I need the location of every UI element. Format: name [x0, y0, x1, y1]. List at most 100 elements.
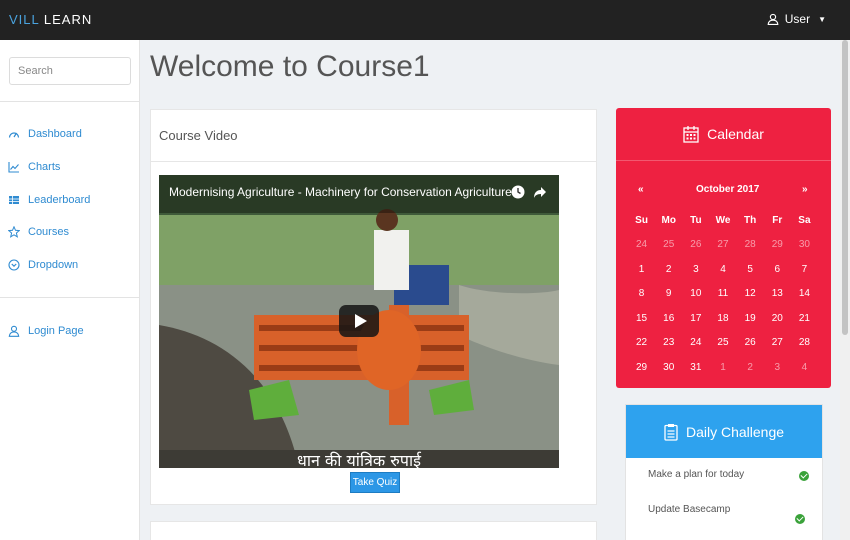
page-title: Welcome to Course1: [150, 50, 430, 83]
calendar-day[interactable]: 29: [628, 362, 655, 373]
calendar-prev-button[interactable]: «: [638, 184, 644, 195]
course-video-panel: Course Video धान की यांत्रिक रुपाई Moder…: [150, 109, 597, 505]
calendar-widget: Calendar « October 2017 » Su Mo Tu We Th…: [616, 108, 831, 388]
weekday-label: We: [715, 214, 731, 226]
calendar-day[interactable]: 6: [764, 264, 791, 275]
challenge-title: Daily Challenge: [685, 423, 785, 440]
calendar-day[interactable]: 2: [737, 362, 764, 373]
challenge-task: Make a plan for today: [648, 469, 745, 480]
calendar-day[interactable]: 21: [791, 313, 818, 324]
panel-heading: Course Video: [151, 110, 596, 162]
calendar-day[interactable]: 11: [709, 288, 736, 299]
weekday-label: Sa: [798, 214, 811, 226]
weekday-label: Su: [635, 214, 648, 226]
chart-icon: [8, 162, 19, 173]
calendar-day[interactable]: 24: [628, 239, 655, 250]
weekday-label: Tu: [690, 214, 702, 226]
calendar-week-row: 29 30 31 1 2 3 4: [628, 355, 818, 380]
calendar-day[interactable]: 14: [791, 288, 818, 299]
sidebar-item-label: Login Page: [28, 325, 84, 337]
calendar-day[interactable]: 18: [709, 313, 736, 324]
challenge-task: Update Basecamp: [648, 504, 731, 515]
calendar-week-row: 1 2 3 4 5 6 7: [628, 257, 818, 282]
sidebar: Dashboard Charts Leaderboard Courses Dro…: [0, 40, 140, 540]
check-icon[interactable]: [795, 514, 805, 524]
weekday-label: Fr: [772, 214, 783, 226]
calendar-day[interactable]: 26: [682, 239, 709, 250]
calendar-day[interactable]: 12: [737, 288, 764, 299]
calendar-next-button[interactable]: »: [802, 184, 808, 195]
calendar-day[interactable]: 3: [682, 264, 709, 275]
calendar-icon: [683, 126, 699, 143]
play-button[interactable]: [339, 305, 379, 337]
calendar-day[interactable]: 28: [737, 239, 764, 250]
calendar-day[interactable]: 30: [655, 362, 682, 373]
calendar-day[interactable]: 13: [764, 288, 791, 299]
calendar-grid: Su Mo Tu We Th Fr Sa 24 25 26 27 28 29 3…: [628, 208, 818, 380]
calendar-day[interactable]: 2: [655, 264, 682, 275]
watch-later-icon[interactable]: [511, 185, 525, 199]
calendar-day[interactable]: 25: [709, 337, 736, 348]
calendar-day[interactable]: 30: [791, 239, 818, 250]
calendar-day[interactable]: 31: [682, 362, 709, 373]
sidebar-item-label: Courses: [28, 226, 69, 238]
calendar-day[interactable]: 16: [655, 313, 682, 324]
calendar-day[interactable]: 3: [764, 362, 791, 373]
sidebar-item-label: Dashboard: [28, 128, 82, 140]
share-icon[interactable]: [533, 185, 547, 199]
scrollbar-thumb[interactable]: [842, 40, 848, 335]
search-input[interactable]: [9, 57, 131, 85]
calendar-day[interactable]: 8: [628, 288, 655, 299]
calendar-day[interactable]: 27: [709, 239, 736, 250]
calendar-day[interactable]: 4: [791, 362, 818, 373]
challenge-header: Daily Challenge: [626, 405, 822, 458]
sidebar-divider: [0, 297, 140, 298]
daily-challenge-widget: Daily Challenge Make a plan for today Up…: [625, 404, 823, 540]
calendar-day[interactable]: 28: [791, 337, 818, 348]
take-quiz-button[interactable]: Take Quiz: [350, 472, 400, 493]
calendar-day[interactable]: 5: [737, 264, 764, 275]
user-icon: [8, 325, 20, 337]
calendar-day[interactable]: 20: [764, 313, 791, 324]
sidebar-item-login[interactable]: Login Page: [8, 325, 84, 337]
calendar-week-row: 15 16 17 18 19 20 21: [628, 306, 818, 331]
calendar-day[interactable]: 25: [655, 239, 682, 250]
sidebar-item-dropdown[interactable]: Dropdown: [8, 259, 78, 271]
sidebar-item-charts[interactable]: Charts: [8, 161, 60, 173]
sidebar-item-label: Dropdown: [28, 259, 79, 271]
sidebar-item-courses[interactable]: Courses: [8, 226, 69, 238]
calendar-day[interactable]: 9: [655, 288, 682, 299]
calendar-month-nav: « October 2017 »: [616, 184, 831, 198]
brand-logo[interactable]: VILL LEARN: [9, 12, 92, 27]
calendar-day[interactable]: 15: [628, 313, 655, 324]
calendar-day[interactable]: 27: [764, 337, 791, 348]
calendar-day[interactable]: 4: [709, 264, 736, 275]
user-icon: [767, 13, 779, 25]
calendar-day[interactable]: 22: [628, 337, 655, 348]
caret-down-icon: ▼: [818, 14, 826, 24]
calendar-day[interactable]: 17: [682, 313, 709, 324]
user-menu[interactable]: User ▼: [767, 12, 826, 26]
calendar-day[interactable]: 26: [737, 337, 764, 348]
calendar-day[interactable]: 10: [682, 288, 709, 299]
calendar-day[interactable]: 24: [682, 337, 709, 348]
calendar-week-row: 24 25 26 27 28 29 30: [628, 233, 818, 258]
calendar-day[interactable]: 1: [709, 362, 736, 373]
sidebar-item-dashboard[interactable]: Dashboard: [8, 128, 82, 140]
calendar-day[interactable]: 1: [628, 264, 655, 275]
calendar-week-row: 8 9 10 11 12 13 14: [628, 282, 818, 307]
calendar-day[interactable]: 23: [655, 337, 682, 348]
page-scrollbar[interactable]: [840, 40, 850, 540]
check-icon[interactable]: [799, 471, 809, 481]
calendar-weekday-row: Su Mo Tu We Th Fr Sa: [628, 208, 818, 233]
calendar-day[interactable]: 19: [737, 313, 764, 324]
calendar-week-row: 22 23 24 25 26 27 28: [628, 331, 818, 356]
calendar-header: Calendar: [616, 108, 831, 161]
sidebar-item-label: Leaderboard: [28, 194, 91, 206]
sidebar-item-leaderboard[interactable]: Leaderboard: [8, 194, 90, 206]
video-player[interactable]: धान की यांत्रिक रुपाई Modernising Agricu…: [159, 175, 559, 468]
calendar-day[interactable]: 29: [764, 239, 791, 250]
calendar-day[interactable]: 7: [791, 264, 818, 275]
calendar-month-label: October 2017: [696, 184, 760, 195]
sidebar-divider: [0, 101, 140, 102]
